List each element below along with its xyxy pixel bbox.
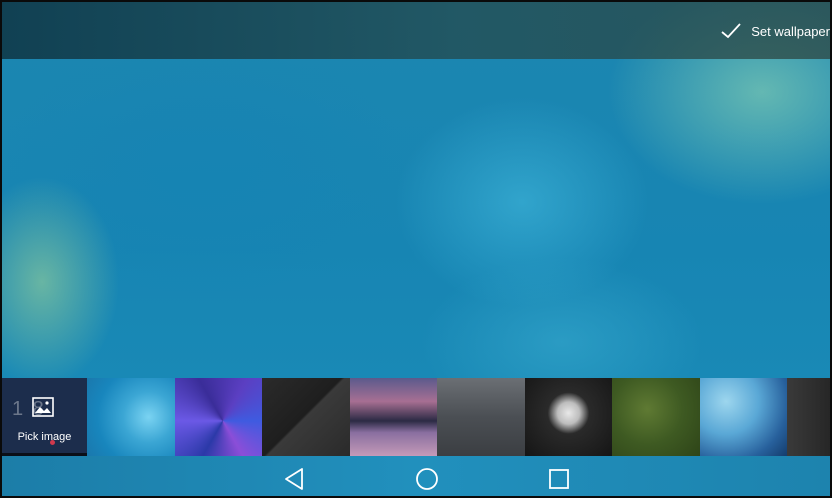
wallpaper-thumb-purple-polygons[interactable]: [174, 378, 262, 456]
recents-square-icon[interactable]: [546, 466, 572, 492]
pick-image-label: Pick image: [17, 431, 72, 443]
wallpaper-thumb-blue-bokeh[interactable]: [87, 378, 175, 456]
wallpaper-thumb-lake-sunset[interactable]: [349, 378, 437, 456]
image-icon: [32, 397, 54, 417]
wallpaper-thumb-dark-diagonal[interactable]: [262, 378, 350, 456]
wallpaper-thumb-water-drops[interactable]: [699, 378, 787, 456]
wallpaper-thumbnail-strip[interactable]: 1 8 Pick image: [2, 378, 830, 456]
set-wallpaper-button[interactable]: Set wallpaper: [715, 20, 830, 42]
set-wallpaper-label: Set wallpaper: [751, 23, 830, 39]
action-bar: Set wallpaper: [2, 2, 830, 59]
wallpaper-thumb-gray-gradient[interactable]: [437, 378, 525, 456]
navigation-bar: [2, 456, 830, 496]
wallpaper-picker-screen: Set wallpaper 1 8 Pick image: [0, 0, 832, 498]
pick-indicator-dot: [50, 440, 55, 445]
back-triangle-icon[interactable]: [282, 466, 308, 492]
pick-image-tile[interactable]: 1 8 Pick image: [2, 378, 87, 456]
check-icon: [721, 23, 741, 39]
wallpaper-thumb-white-lotus[interactable]: [524, 378, 612, 456]
home-circle-icon[interactable]: [414, 466, 440, 492]
wallpaper-thumb-dark-wood[interactable]: [787, 378, 830, 456]
wallpaper-thumb-green-moss[interactable]: [612, 378, 700, 456]
